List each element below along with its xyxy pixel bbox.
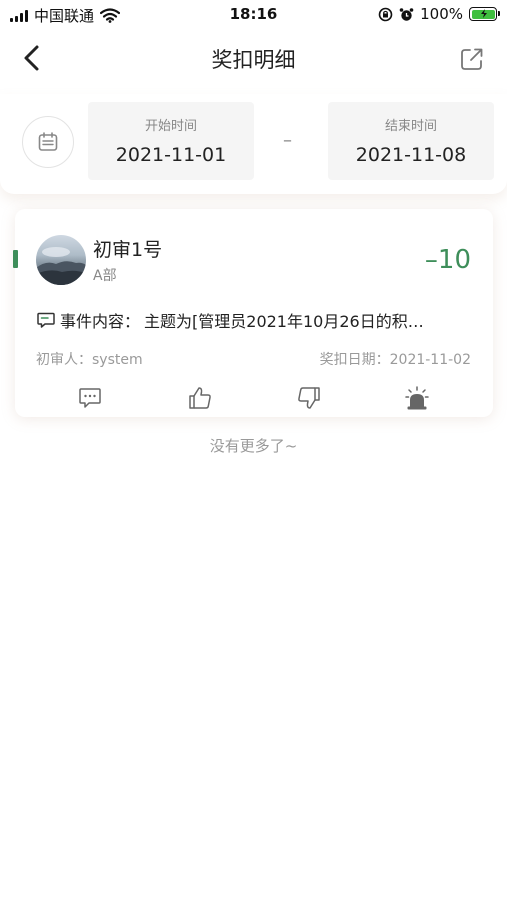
- event-content-label: 事件内容：: [60, 312, 141, 331]
- share-export-icon: [461, 48, 483, 70]
- card-accent-bar: [13, 250, 18, 268]
- date-separator: –: [283, 130, 292, 151]
- orientation-lock-icon: [378, 7, 393, 21]
- battery-percent: 100%: [420, 5, 463, 23]
- comment-button[interactable]: [77, 385, 103, 411]
- no-more-text: 没有更多了~: [209, 437, 298, 455]
- dislike-button[interactable]: [296, 385, 322, 411]
- start-date-label: 开始时间: [144, 119, 197, 134]
- message-icon: [37, 312, 55, 328]
- start-date-picker[interactable]: 开始时间 2021-11-01: [88, 102, 254, 180]
- status-bar: 中国联通 18:16 100%: [0, 0, 507, 30]
- avatar: [36, 235, 86, 285]
- end-date-label: 结束时间: [384, 119, 437, 134]
- record-department: A部: [93, 268, 117, 284]
- event-content-text: 主题为[管理员2021年10月26日的积…: [144, 312, 424, 331]
- battery-charging-icon: [469, 7, 500, 21]
- record-name: 初审1号: [93, 239, 163, 261]
- status-right: 100%: [378, 5, 500, 23]
- alarm-button[interactable]: [404, 385, 430, 411]
- like-button[interactable]: [187, 385, 213, 411]
- thumbs-up-icon: [189, 387, 211, 409]
- reviewer-text: 初审人：system: [36, 352, 143, 368]
- record-score: –10: [424, 245, 471, 275]
- thumbs-down-icon: [298, 387, 320, 409]
- record-card[interactable]: 初审1号 A部 –10 事件内容： 主题为[管理员2021年10月26日的积… …: [13, 209, 493, 417]
- comment-icon: [79, 388, 101, 408]
- nav-bar: 奖扣明细: [0, 34, 507, 82]
- reward-date-text: 奖扣日期：2021-11-02: [319, 352, 471, 368]
- date-range-card: 开始时间 2021-11-01 – 结束时间 2021-11-08: [0, 94, 507, 194]
- end-date-picker[interactable]: 结束时间 2021-11-08: [328, 102, 494, 180]
- calendar-icon: [38, 132, 58, 151]
- alarm-icon: [399, 7, 414, 21]
- screen: 中国联通 18:16 100% 奖扣明细 开始时间 2021-11-01 – 结…: [0, 0, 507, 900]
- calendar-button[interactable]: [22, 116, 74, 168]
- event-content-row: 事件内容： 主题为[管理员2021年10月26日的积…: [36, 308, 476, 332]
- card-actions: [15, 385, 493, 413]
- start-date-value: 2021-11-01: [115, 144, 227, 166]
- page-title: 奖扣明细: [211, 48, 296, 72]
- siren-alarm-icon: [405, 386, 429, 410]
- share-button[interactable]: [457, 44, 487, 74]
- end-date-value: 2021-11-08: [355, 144, 467, 166]
